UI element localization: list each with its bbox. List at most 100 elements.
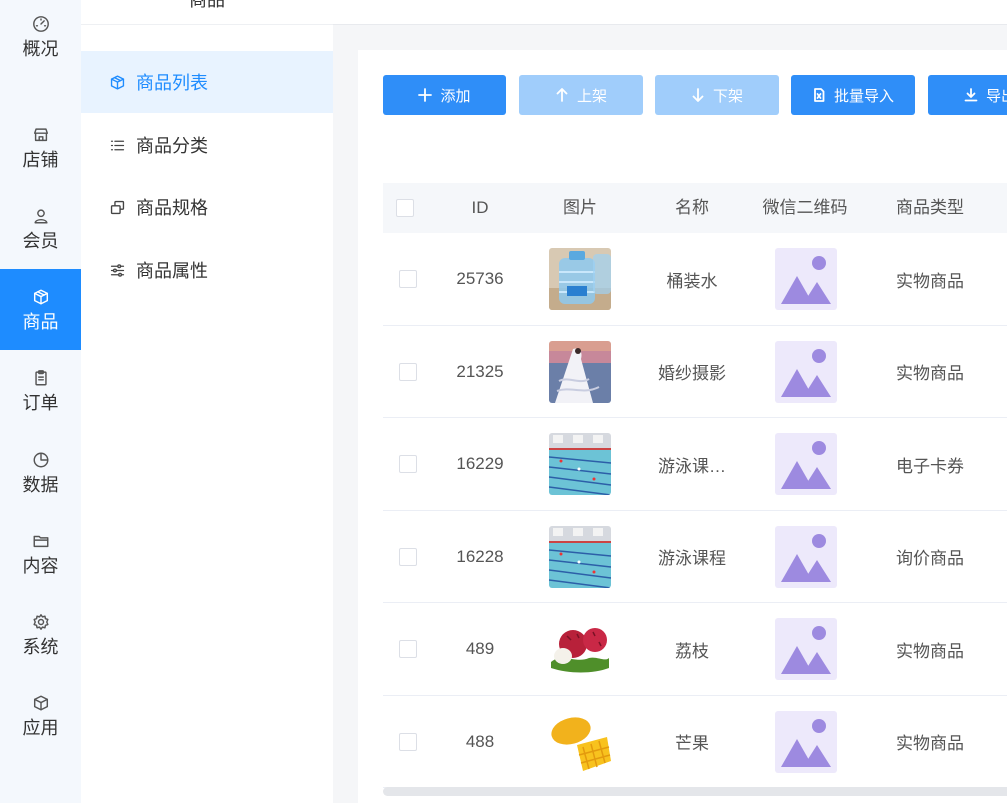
goods-type: 询价商品 [896,549,964,568]
rail-item-system[interactable]: 系统 [0,594,81,675]
rail-item-label: 商品 [22,311,59,332]
qrcode-placeholder-image[interactable] [775,433,837,495]
rail-item-overview[interactable]: 概况 [0,0,81,77]
folder-icon [31,531,51,551]
plus-icon [418,88,433,102]
submenu-item-goods-category[interactable]: 商品分类 [81,114,333,176]
rail-item-label: 内容 [22,555,59,576]
goods-name[interactable]: 荔枝 [645,603,739,695]
clipboard-icon [31,368,51,388]
table-header: ID 图片 名称 微信二维码 商品类型 [383,183,1007,233]
row-checkbox[interactable] [399,362,417,381]
arrow-up-icon [556,88,568,102]
goods-id: 21325 [456,361,504,381]
goods-name[interactable]: 桶装水 [645,233,739,325]
rail-item-apps[interactable]: 应用 [0,675,81,756]
submenu-title: 商品 [81,0,333,25]
goods-type: 实物商品 [896,734,964,753]
add-button[interactable]: 添加 [383,75,506,115]
qrcode-placeholder-image[interactable] [775,340,837,403]
column-header-id[interactable]: ID [433,183,527,233]
goods-name[interactable]: 游泳课… [645,418,739,510]
layers-icon [108,198,126,216]
qrcode-placeholder-image[interactable] [775,248,837,310]
goods-type: 电子卡券 [896,456,964,476]
rail-item-label: 店铺 [22,149,59,170]
goods-type: 实物商品 [896,271,964,291]
row-checkbox[interactable] [399,270,417,288]
rail-item-data[interactable]: 数据 [0,432,81,513]
pie-chart-icon [31,450,51,470]
rail-item-goods[interactable]: 商品 [0,269,81,350]
download-icon [964,88,978,102]
submenu-panel: 商品 商品列表 商品分类 商品规格 商品属性 [81,0,333,803]
goods-name[interactable]: 芒果 [645,696,739,788]
rail-item-label: 系统 [22,636,59,657]
action-toolbar: 添加 上架 下架 批量导入 导出 [383,75,1007,115]
rail-item-members[interactable]: 会员 [0,188,81,269]
qrcode-placeholder-image[interactable] [775,525,837,588]
submenu-item-goods-list[interactable]: 商品列表 [81,51,333,113]
goods-name[interactable]: 游泳课程 [645,511,739,603]
goods-image-water-bottle[interactable] [549,248,611,310]
column-header-name: 名称 [675,198,709,217]
qrcode-placeholder-image[interactable] [775,618,837,680]
rail-item-label: 会员 [22,230,59,251]
table-row: 488 芒果 实物商品 [383,696,1007,788]
top-header-bar [333,0,1007,25]
table-row: 16229 游泳课… 电子卡券 [383,418,1007,511]
goods-name[interactable]: 婚纱摄影 [645,326,739,418]
batch-import-button[interactable]: 批量导入 [791,75,915,115]
goods-id: 25736 [456,269,504,288]
goods-image-mango[interactable] [549,710,611,773]
row-checkbox[interactable] [399,640,417,658]
goods-type: 实物商品 [896,641,964,661]
rail-item-label: 应用 [22,717,59,738]
cube-icon [31,693,51,713]
table-row: 25736 桶装水 实物商品 [383,233,1007,326]
goods-id: 16228 [456,546,504,566]
goods-image-swimming-pool[interactable] [549,525,611,588]
horizontal-scrollbar[interactable] [383,787,1007,796]
export-button[interactable]: 导出 [928,75,1007,115]
goods-list-card: 添加 上架 下架 批量导入 导出 ID 图片 名称 微信二维码 商品类型 [358,50,1007,803]
gear-icon [31,612,51,632]
excel-file-icon [814,88,825,102]
unshelve-button[interactable]: 下架 [655,75,779,115]
row-checkbox[interactable] [399,732,417,751]
submenu-item-goods-attribute[interactable]: 商品属性 [81,239,333,301]
box-icon [108,73,126,91]
box-icon [31,287,51,307]
select-all-checkbox[interactable] [396,199,414,217]
store-icon [31,125,51,145]
main-nav-rail: 概况 店铺 会员 商品 订单 数据 内容 系统 应用 [0,0,81,803]
submenu-item-label: 商品列表 [136,73,208,93]
submenu-item-label: 商品属性 [136,261,208,281]
rail-item-orders[interactable]: 订单 [0,350,81,431]
qrcode-placeholder-image[interactable] [775,710,837,773]
goods-image-lychee[interactable] [549,618,611,680]
table-row: 16228 游泳课程 询价商品 [383,511,1007,603]
rail-item-content[interactable]: 内容 [0,513,81,594]
goods-id: 488 [465,731,495,751]
rail-item-label: 概况 [22,38,59,59]
goods-type: 实物商品 [896,364,964,383]
shelve-button[interactable]: 上架 [519,75,643,115]
submenu-item-label: 商品规格 [136,198,208,218]
column-header-qrcode: 微信二维码 [762,198,848,217]
user-icon [31,206,51,226]
rail-item-label: 数据 [22,474,59,495]
goods-image-wedding-photo[interactable] [549,340,611,403]
goods-id: 16229 [456,454,504,473]
table-row: 489 荔枝 实物商品 [383,603,1007,696]
submenu-item-label: 商品分类 [136,136,208,156]
row-checkbox[interactable] [399,455,417,473]
goods-id: 489 [465,639,495,658]
submenu-item-goods-spec[interactable]: 商品规格 [81,176,333,238]
column-header-type: 商品类型 [896,198,964,217]
row-checkbox[interactable] [399,547,417,566]
column-header-image: 图片 [563,198,597,217]
sliders-icon [108,261,126,279]
goods-image-swimming-pool[interactable] [549,433,611,495]
rail-item-store[interactable]: 店铺 [0,107,81,188]
